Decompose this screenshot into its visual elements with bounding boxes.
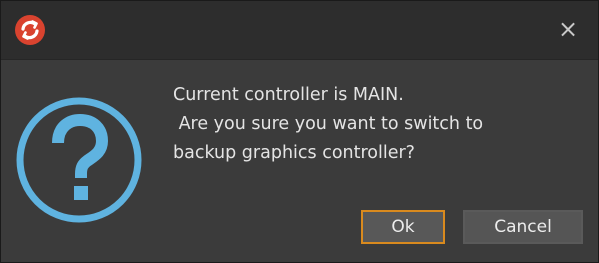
ok-button[interactable]: Ok xyxy=(361,210,445,244)
close-icon: × xyxy=(557,15,579,43)
question-icon xyxy=(14,95,144,225)
cancel-button[interactable]: Cancel xyxy=(463,210,583,244)
app-logo-icon xyxy=(14,14,46,46)
dialog-body: Current controller is MAIN. Are you sure… xyxy=(1,60,598,262)
title-bar: × xyxy=(1,1,598,60)
dialog-message: Current controller is MAIN. Are you sure… xyxy=(173,85,484,163)
close-button[interactable]: × xyxy=(556,15,580,43)
confirm-dialog: × Current controller is MAIN. Are you su… xyxy=(0,0,599,263)
